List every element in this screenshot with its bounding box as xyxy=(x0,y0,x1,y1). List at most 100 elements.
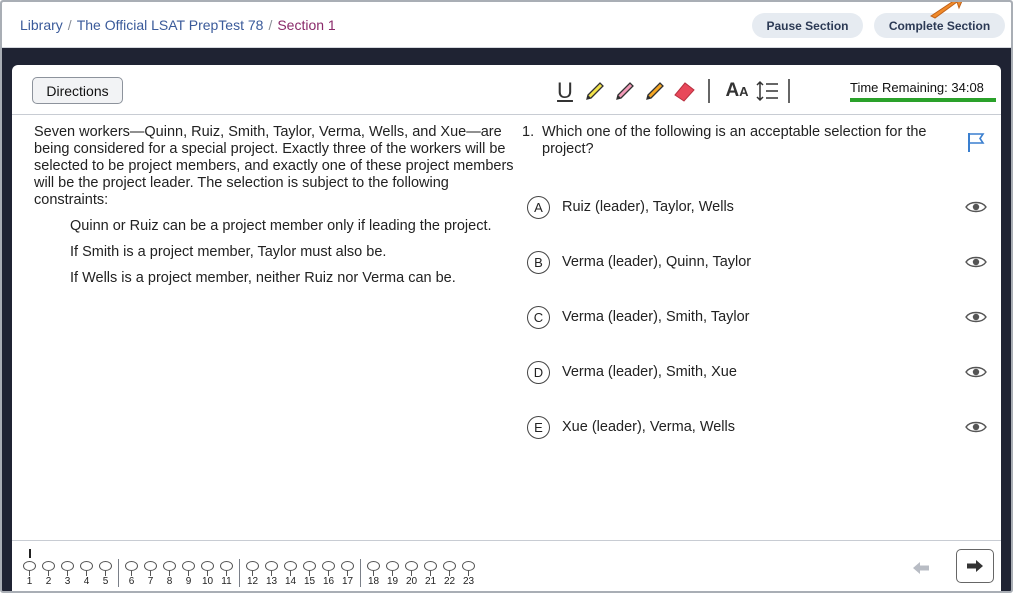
question-nav-item[interactable]: 6 xyxy=(122,555,141,587)
question-panel: Directions U AA Time Remaining: 34:08 Se… xyxy=(12,65,1001,591)
tool-bar: Directions U AA Time Remaining: 34:08 xyxy=(12,65,1001,115)
question-nav-number: 14 xyxy=(284,576,297,587)
question-status-dot xyxy=(341,561,354,571)
answer-option-e[interactable]: E Xue (leader), Verma, Wells xyxy=(527,415,987,439)
app-window: Library / The Official LSAT PrepTest 78/Se… xyxy=(0,0,1013,593)
question-nav-number: 15 xyxy=(303,576,316,587)
answer-option-b[interactable]: B Verma (leader), Quinn, Taylor xyxy=(527,250,987,274)
question-status-dot xyxy=(303,561,316,571)
question-nav-number: 11 xyxy=(221,576,232,587)
question-nav-item[interactable]: 1 xyxy=(20,549,39,587)
line-spacing-icon[interactable] xyxy=(756,76,780,106)
breadcrumb-test[interactable]: The Official LSAT PrepTest 78 xyxy=(77,17,264,33)
question-nav-number: 4 xyxy=(83,576,90,587)
passage-intro: Seven workers—Quinn, Ruiz, Smith, Taylor… xyxy=(34,124,514,208)
question-nav-item[interactable]: 20 xyxy=(402,555,421,587)
question-nav-number: 13 xyxy=(265,576,278,587)
question-nav-number: 22 xyxy=(443,576,456,587)
question-nav-item[interactable]: 19 xyxy=(383,555,402,587)
question-group-divider xyxy=(360,559,361,587)
arrow-left-icon xyxy=(913,562,929,574)
question-nav-item[interactable]: 12 xyxy=(243,555,262,587)
next-button[interactable] xyxy=(956,549,994,583)
question-number: 1. xyxy=(522,124,535,140)
question-nav-number: 10 xyxy=(201,576,214,587)
question-status-dot xyxy=(462,561,475,571)
font-size-icon[interactable]: AA xyxy=(718,76,756,106)
question-nav-item[interactable]: 3 xyxy=(58,555,77,587)
option-letter: A xyxy=(527,195,550,219)
question-nav-number: 1 xyxy=(26,576,33,587)
time-remaining[interactable]: Time Remaining: 34:08 xyxy=(850,80,996,102)
eye-icon[interactable] xyxy=(965,199,987,215)
constraint-item: If Smith is a project member, Taylor mus… xyxy=(70,244,387,260)
question-status-dot xyxy=(23,561,36,571)
question-nav-item[interactable]: 16 xyxy=(319,555,338,587)
current-question-marker xyxy=(29,549,31,558)
question-status-dot xyxy=(246,561,259,571)
breadcrumb-separator: / xyxy=(268,17,273,33)
question-nav-item[interactable]: 11 xyxy=(217,555,236,587)
question-nav-number: 8 xyxy=(166,576,173,587)
question-nav-item[interactable]: 7 xyxy=(141,555,160,587)
underline-tool-icon[interactable]: U xyxy=(550,76,580,106)
answer-option-d[interactable]: D Verma (leader), Smith, Xue xyxy=(527,360,987,384)
question-status-dot xyxy=(284,561,297,571)
annotation-tools: U AA xyxy=(550,76,798,106)
eraser-icon[interactable] xyxy=(670,76,700,106)
constraint-item: If Wells is a project member, neither Ru… xyxy=(70,270,456,286)
eye-icon[interactable] xyxy=(965,254,987,270)
option-letter: E xyxy=(527,415,550,439)
question-group-divider xyxy=(118,559,119,587)
breadcrumb-separator: / xyxy=(67,17,72,33)
previous-button[interactable] xyxy=(907,554,935,582)
question-nav-item[interactable]: 4 xyxy=(77,555,96,587)
question-nav-item[interactable]: 2 xyxy=(39,555,58,587)
question-nav-item[interactable]: 22 xyxy=(440,555,459,587)
eye-icon[interactable] xyxy=(965,309,987,325)
constraints-list: Quinn or Ruiz can be a project member on… xyxy=(70,218,522,287)
question-nav-item[interactable]: 5 xyxy=(96,555,115,587)
directions-button[interactable]: Directions xyxy=(32,77,123,104)
question-nav-item[interactable]: 10 xyxy=(198,555,217,587)
question-nav-item[interactable]: 15 xyxy=(300,555,319,587)
answer-option-c[interactable]: C Verma (leader), Smith, Taylor xyxy=(527,305,987,329)
question-nav-item[interactable]: 13 xyxy=(262,555,281,587)
flag-icon[interactable] xyxy=(964,130,988,154)
option-letter: B xyxy=(527,250,550,274)
highlighter-orange-icon[interactable] xyxy=(640,76,670,106)
question-status-dot xyxy=(322,561,335,571)
question-nav-item[interactable]: 14 xyxy=(281,555,300,587)
question-nav-item[interactable]: 18 xyxy=(364,555,383,587)
breadcrumb-section: Section 1 xyxy=(277,17,336,33)
breadcrumb-library[interactable]: Library xyxy=(20,17,63,33)
question-nav-number: 6 xyxy=(128,576,135,587)
question-nav-item[interactable]: 23 xyxy=(459,555,478,587)
question-nav-item[interactable]: 9 xyxy=(179,555,198,587)
question-nav-number: 12 xyxy=(246,576,259,587)
question-nav-number: 17 xyxy=(341,576,354,587)
question-status-dot xyxy=(443,561,456,571)
option-letter: D xyxy=(527,360,550,384)
arrow-right-icon xyxy=(967,560,983,572)
question-status-dot xyxy=(144,561,157,571)
highlighter-pink-icon[interactable] xyxy=(610,76,640,106)
timer-bar xyxy=(850,98,996,102)
question-status-dot xyxy=(125,561,138,571)
question-nav-number: 7 xyxy=(147,576,154,587)
eye-icon[interactable] xyxy=(965,364,987,380)
pause-section-button[interactable]: Pause Section xyxy=(752,13,863,38)
question-nav-number: 16 xyxy=(322,576,335,587)
question-nav-item[interactable]: 21 xyxy=(421,555,440,587)
answer-option-a[interactable]: A Ruiz (leader), Taylor, Wells xyxy=(527,195,987,219)
toolbar-divider xyxy=(708,79,710,103)
question-status-dot xyxy=(163,561,176,571)
highlighter-yellow-icon[interactable] xyxy=(580,76,610,106)
question-nav-item[interactable]: 8 xyxy=(160,555,179,587)
question-status-dot xyxy=(220,561,233,571)
top-bar: Library / The Official LSAT PrepTest 78/Se… xyxy=(2,2,1011,48)
question-nav-item[interactable]: 17 xyxy=(338,555,357,587)
option-text: Verma (leader), Quinn, Taylor xyxy=(562,254,752,270)
eye-icon[interactable] xyxy=(965,419,987,435)
question-stem: 1. Which one of the following is an acce… xyxy=(522,124,962,158)
